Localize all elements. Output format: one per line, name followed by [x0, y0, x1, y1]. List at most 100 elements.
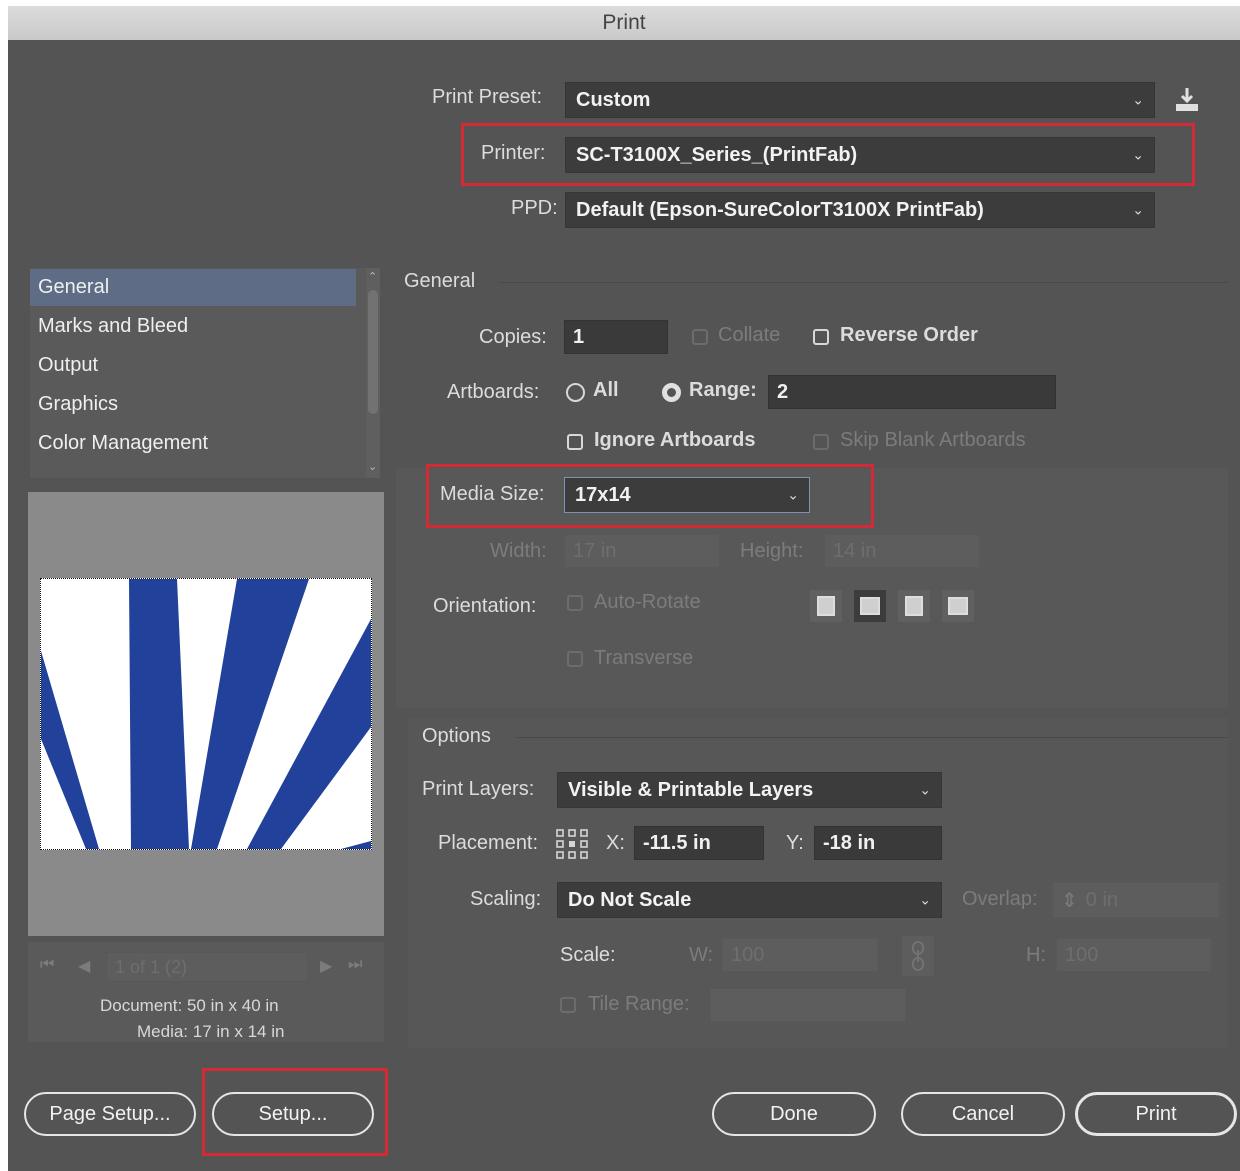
print-button[interactable]: Print	[1075, 1092, 1237, 1136]
prev-page-icon[interactable]: ◀	[78, 956, 90, 976]
x-input[interactable]: -11.5 in	[634, 826, 764, 860]
placement-label: Placement:	[438, 832, 539, 854]
placement-reference-point-icon[interactable]	[554, 827, 590, 861]
reverse-order-label: Reverse Order	[840, 324, 978, 346]
tile-range-input[interactable]	[710, 988, 906, 1022]
artboards-range-radio[interactable]	[662, 383, 681, 402]
sidebar-item-graphics[interactable]: Graphics	[30, 386, 356, 423]
range-value: 2	[777, 380, 789, 403]
setup-button[interactable]: Setup...	[212, 1092, 374, 1136]
sidebar-scrollbar[interactable]: ⌃ ⌄	[366, 268, 380, 478]
reverse-order-checkbox[interactable]	[813, 329, 829, 345]
chevron-down-icon: ⌄	[919, 781, 931, 798]
sidebar-item-label: Graphics	[38, 393, 119, 415]
print-preset-select[interactable]: Custom ⌄	[565, 82, 1155, 118]
transverse-checkbox[interactable]	[567, 651, 583, 667]
range-input[interactable]: 2	[768, 375, 1056, 409]
options-separator	[516, 737, 1228, 738]
general-section-title: General	[404, 270, 476, 292]
sidebar-item-color-management[interactable]: Color Management	[30, 425, 356, 462]
artboards-label: Artboards:	[447, 381, 540, 403]
media-size-value: 17x14	[575, 483, 631, 506]
blue-ray	[129, 579, 189, 849]
scroll-down-icon[interactable]: ⌄	[368, 460, 377, 473]
scaling-value: Do Not Scale	[568, 888, 692, 911]
document-size-line: Document: 50 in x 40 in	[100, 996, 279, 1016]
auto-rotate-checkbox[interactable]	[567, 595, 583, 611]
sidebar-item-general[interactable]: General	[30, 269, 356, 306]
height-input[interactable]: 14 in	[824, 534, 980, 568]
page-indicator-field[interactable]: 1 of 1 (2)	[106, 952, 308, 982]
width-input[interactable]: 17 in	[564, 534, 720, 568]
media-size-select[interactable]: 17x14 ⌄	[564, 477, 810, 513]
print-dialog: Print Print Preset: Custom ⌄ Printer: SC…	[8, 6, 1240, 1171]
flipped-portrait-orientation-icon[interactable]	[898, 590, 930, 622]
print-preset-label: Print Preset:	[432, 86, 543, 108]
artboards-all-radio[interactable]	[566, 383, 585, 402]
scroll-up-icon[interactable]: ⌃	[368, 270, 377, 283]
cancel-button[interactable]: Cancel	[901, 1092, 1065, 1136]
blue-ray	[341, 841, 371, 849]
print-layers-value: Visible & Printable Layers	[568, 778, 814, 801]
last-page-icon[interactable]: ⏭	[348, 956, 362, 974]
artboards-range-label: Range:	[689, 379, 757, 401]
general-separator	[498, 282, 1228, 283]
height-value: 14 in	[833, 539, 877, 562]
print-preview-image	[40, 578, 372, 850]
skip-blank-artboards-label: Skip Blank Artboards	[840, 429, 1026, 451]
copies-value: 1	[573, 325, 585, 348]
collate-checkbox[interactable]	[692, 329, 708, 345]
height-label: Height:	[740, 540, 804, 562]
printer-label: Printer:	[481, 142, 546, 164]
document-label: Document:	[100, 996, 183, 1015]
options-section-title: Options	[422, 725, 491, 747]
y-input[interactable]: -18 in	[814, 826, 942, 860]
sidebar-item-label: General	[38, 276, 110, 298]
preview-info-panel: ⏮ ◀ 1 of 1 (2) ▶ ⏭ Document: 50 in x 40 …	[28, 942, 384, 1042]
scale-h-input[interactable]: 100	[1056, 938, 1212, 972]
stepper-icon[interactable]: ⇕	[1061, 888, 1078, 913]
scale-label: Scale:	[560, 944, 616, 966]
print-layers-select[interactable]: Visible & Printable Layers ⌄	[557, 772, 942, 808]
x-label: X:	[606, 832, 625, 854]
constrain-proportions-icon[interactable]	[902, 936, 934, 976]
portrait-orientation-icon[interactable]	[810, 590, 842, 622]
sidebar-item-marks-and-bleed[interactable]: Marks and Bleed	[30, 308, 356, 345]
ppd-select[interactable]: Default (Epson-SureColorT3100X PrintFab)…	[565, 192, 1155, 228]
tile-range-label: Tile Range:	[588, 993, 690, 1015]
ignore-artboards-checkbox[interactable]	[567, 434, 583, 450]
chevron-down-icon: ⌄	[1132, 91, 1144, 108]
first-page-icon[interactable]: ⏮	[40, 956, 54, 974]
print-preset-value: Custom	[576, 88, 651, 111]
next-page-icon[interactable]: ▶	[320, 956, 332, 976]
media-size-line: Media: 17 in x 14 in	[137, 1022, 284, 1042]
flipped-landscape-orientation-icon[interactable]	[942, 590, 974, 622]
chevron-down-icon: ⌄	[787, 486, 799, 503]
overlap-label: Overlap:	[962, 888, 1038, 910]
printer-select[interactable]: SC-T3100X_Series_(PrintFab) ⌄	[565, 137, 1155, 173]
scale-w-input[interactable]: 100	[722, 938, 878, 972]
skip-blank-artboards-checkbox[interactable]	[813, 434, 829, 450]
page-setup-button[interactable]: Page Setup...	[24, 1092, 196, 1136]
preview-panel	[28, 492, 384, 936]
media-size-label: Media Size:	[440, 483, 545, 505]
copies-input[interactable]: 1	[564, 320, 668, 354]
scale-h-value: 100	[1065, 943, 1099, 966]
scaling-label: Scaling:	[470, 888, 542, 910]
sidebar-item-label: Marks and Bleed	[38, 315, 189, 337]
chevron-down-icon: ⌄	[1132, 146, 1144, 163]
scrollbar-thumb[interactable]	[368, 290, 378, 414]
y-label: Y:	[786, 832, 804, 854]
page-indicator-value: 1 of 1 (2)	[115, 956, 188, 977]
sidebar-item-output[interactable]: Output	[30, 347, 356, 384]
done-button[interactable]: Done	[712, 1092, 876, 1136]
landscape-orientation-icon[interactable]	[854, 590, 886, 622]
scale-h-label: H:	[1026, 944, 1046, 966]
tile-range-checkbox[interactable]	[560, 997, 576, 1013]
ignore-artboards-label: Ignore Artboards	[594, 429, 756, 451]
overlap-input[interactable]: ⇕ 0 in	[1052, 882, 1220, 918]
save-preset-icon[interactable]	[1174, 86, 1200, 114]
width-label: Width:	[490, 540, 547, 562]
ppd-value: Default (Epson-SureColorT3100X PrintFab)	[576, 198, 984, 221]
scaling-select[interactable]: Do Not Scale ⌄	[557, 882, 942, 918]
